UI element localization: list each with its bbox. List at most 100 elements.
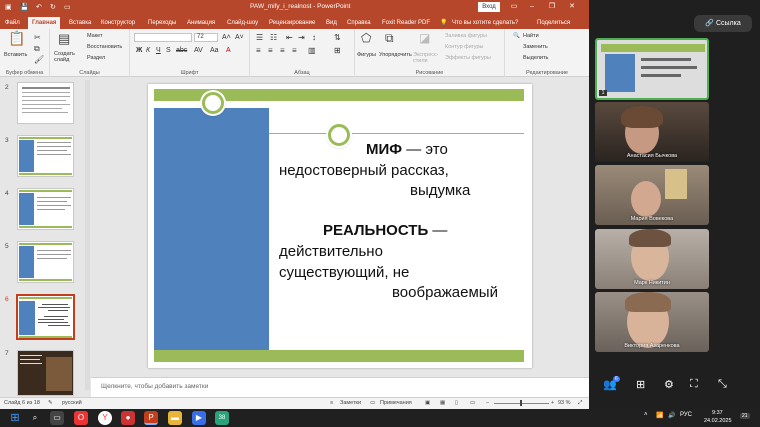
redo-icon[interactable]: ↻ [50,3,56,12]
shape-fill-button[interactable]: Заливка фигуры [445,33,487,39]
tab-home[interactable]: Главная [28,17,61,29]
thumbnails-scrollbar[interactable] [85,80,90,390]
video-app-icon[interactable]: ▶ [192,411,206,425]
select-button[interactable]: Выделить [523,55,548,61]
underline-icon[interactable]: Ч [156,47,161,54]
new-slide-icon[interactable]: ▤ [58,32,70,45]
volume-icon[interactable]: 🔊 [668,412,675,419]
clock-time[interactable]: 9:37 [712,410,723,416]
search-icon[interactable]: ⌕ [28,411,42,425]
yandex-icon[interactable]: Y [98,411,112,425]
zoom-level[interactable]: 93 % [558,400,571,406]
tab-insert[interactable]: Вставка [69,17,91,29]
participant-tile[interactable]: Анастасия Бычкова [595,102,709,162]
comments-icon[interactable]: ▭ [370,400,375,406]
char-spacing-icon[interactable]: AV [194,47,203,54]
notes-toggle[interactable]: Заметки [340,400,361,406]
thumbnail-slide-5[interactable] [17,241,74,283]
app-icon[interactable]: ● [121,411,135,425]
tab-foxit[interactable]: Foxit Reader PDF [382,17,430,29]
align-right-icon[interactable]: ≡ [280,46,285,55]
signin-button[interactable]: Вход [478,2,500,12]
normal-view-icon[interactable]: ▣ [425,400,430,406]
bullets-icon[interactable]: ☰ [256,33,263,42]
tab-view[interactable]: Вид [326,17,337,29]
input-language[interactable]: РУС [680,412,692,418]
maximize-icon[interactable]: ❐ [546,2,558,12]
file-explorer-icon[interactable]: ▬ [168,411,182,425]
task-view-icon[interactable]: ▭ [50,411,64,425]
autosave-icon[interactable]: ▣ [5,3,12,12]
cut-icon[interactable]: ✂ [34,32,41,43]
arrange-button[interactable]: Упорядочить [379,52,412,58]
tab-animations[interactable]: Анимация [187,17,215,29]
tray-chevron-icon[interactable]: ˄ [644,412,648,418]
section-button[interactable]: Раздел [87,55,105,61]
thumbnail-slide-4[interactable] [17,188,74,230]
current-slide[interactable]: МИФ — это недостоверный рассказ, выдумка… [148,84,532,368]
find-icon[interactable]: 🔍 [513,33,520,39]
thumbnail-slide-6[interactable] [16,294,75,340]
share-button[interactable]: Поделиться [537,17,570,29]
bold-icon[interactable]: Ж [136,47,142,54]
thumbnail-slide-2[interactable] [17,82,74,124]
align-left-icon[interactable]: ≡ [256,46,261,55]
find-button[interactable]: Найти [523,33,539,39]
tab-design[interactable]: Конструктор [101,17,135,29]
tab-help[interactable]: Справка [347,17,371,29]
zoom-out-icon[interactable]: – [486,400,489,406]
notifications-badge[interactable]: 21 [740,413,750,419]
screen-share-tile[interactable]: 1 [595,38,709,100]
format-painter-icon[interactable]: 🖌 [34,54,44,65]
justify-icon[interactable]: ≡ [292,46,297,55]
clock-date[interactable]: 24.02.2025 [704,418,732,424]
reading-view-icon[interactable]: ▯ [455,400,458,406]
participant-tile[interactable]: Марк Никитин [595,229,709,289]
save-icon[interactable]: 💾 [20,3,29,12]
fullscreen-icon[interactable]: ⛶ [690,378,698,391]
comments-toggle[interactable]: Примечания [380,400,412,406]
slideshow-view-icon[interactable]: ▭ [470,400,475,406]
paste-button[interactable]: Вставить [4,52,27,58]
ribbon-display-icon[interactable]: ▭ [508,2,520,12]
tell-me-search[interactable]: Что вы хотите сделать? [452,17,518,29]
tab-file[interactable]: Файл [5,17,20,29]
outdent-icon[interactable]: ⇥ [298,33,305,42]
zoom-slider-thumb[interactable] [520,400,522,406]
shape-outline-button[interactable]: Контур фигуры [445,44,483,50]
reset-button[interactable]: Восстановить [87,44,122,50]
line-spacing-icon[interactable]: ↕ [312,33,316,42]
settings-icon[interactable]: ⚙ [664,378,674,391]
font-color-icon[interactable]: A [226,47,231,54]
notes-pane[interactable]: Щелкните, чтобы добавить заметки [91,377,589,397]
fit-to-window-icon[interactable]: ⤢ [578,400,582,407]
tab-transitions[interactable]: Переходы [148,17,176,29]
new-slide-button[interactable]: Создать слайд [54,51,82,63]
conference-app-icon[interactable]: 38 [215,411,229,425]
network-icon[interactable]: 📶 [656,412,663,419]
italic-icon[interactable]: К [146,47,150,54]
paste-icon[interactable]: 📋 [8,31,25,45]
notes-toggle-icon[interactable]: ≡ [330,400,333,406]
start-slideshow-icon[interactable]: ▭ [64,3,71,12]
quick-styles-icon[interactable]: ◪ [419,32,430,44]
thumbnail-slide-3[interactable] [17,135,74,177]
tab-slideshow[interactable]: Слайд-шоу [227,17,258,29]
change-case-icon[interactable]: Aa [210,47,219,54]
numbering-icon[interactable]: ☷ [270,33,277,42]
shapes-button[interactable]: Фигуры [357,52,376,58]
font-size-field[interactable]: 72 [194,33,218,42]
arrange-icon[interactable]: ⧉ [385,32,394,44]
sorter-view-icon[interactable]: ▦ [440,400,445,406]
align-center-icon[interactable]: ≡ [268,46,273,55]
minimize-icon[interactable]: – [526,2,538,12]
collapse-icon[interactable]: ⤡ [718,378,727,391]
start-icon[interactable]: ⊞ [8,411,22,425]
quick-styles-button[interactable]: Экспресс-стили [413,52,443,64]
shape-effects-button[interactable]: Эффекты фигуры [445,55,491,61]
shadow-icon[interactable]: S [166,47,171,54]
tab-review[interactable]: Рецензирование [269,17,315,29]
layout-button[interactable]: Макет [87,33,103,39]
powerpoint-taskbar-icon[interactable]: P [144,411,158,425]
opera-icon[interactable]: O [74,411,88,425]
